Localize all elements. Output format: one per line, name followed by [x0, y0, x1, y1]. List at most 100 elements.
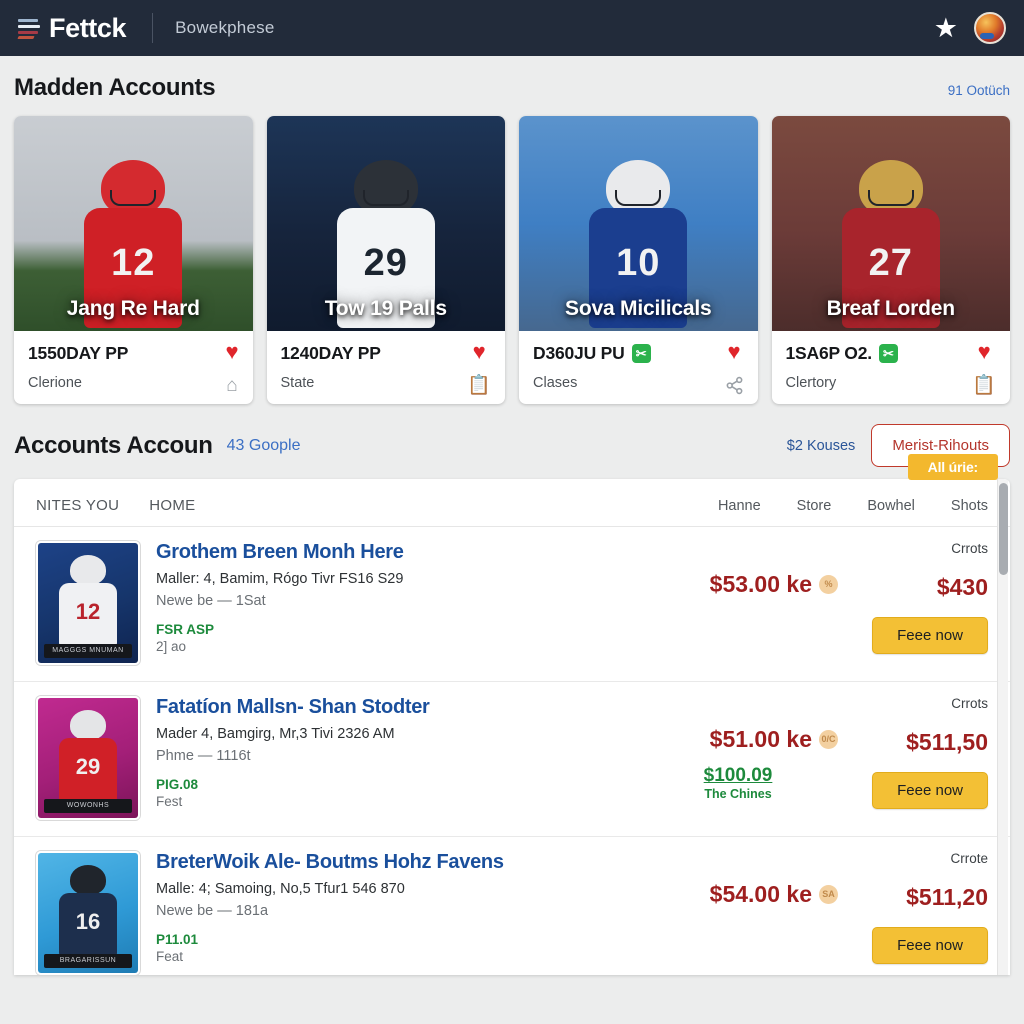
column-hanne[interactable]: Hanne [718, 498, 761, 514]
thumbnail-number: 16 [75, 909, 101, 934]
buy-now-button[interactable]: Feee now [872, 927, 988, 964]
header-section-label[interactable]: Bowekphese [175, 18, 274, 38]
listing-details: BreterWoik Ale- Boutms Hohz Favens Malle… [140, 851, 638, 975]
coin-icon: 0/C [819, 730, 838, 749]
thumbnail-player-figure: 12 [54, 555, 122, 647]
table-row[interactable]: 29 WOWONHS Fatatíon Mallsn- Shan Stodter… [14, 682, 1010, 837]
card-secondary-text: Clases [533, 375, 578, 391]
featured-card[interactable]: 27 Breaf Lorden 1SA6P O2. Clertory ♥ 📋 [771, 116, 1010, 404]
card-secondary-text: Clerione [28, 375, 82, 391]
column-nites-you[interactable]: NITES YOU [36, 497, 119, 514]
buy-now-button[interactable]: Feee now [872, 772, 988, 809]
scrollbar-thumb[interactable] [999, 483, 1008, 575]
clipboard-icon[interactable]: 📋 [467, 376, 491, 395]
listing-thumbnail[interactable]: 12 MAGGGS MNUMAN [36, 541, 140, 665]
coin-icon: % [819, 575, 838, 594]
listing-shipping: FSR ASP [156, 622, 215, 637]
column-home[interactable]: HOME [149, 497, 195, 514]
listing-action-block: Crrots $430 Feee now [838, 541, 988, 665]
home-icon[interactable]: ⌂ [225, 376, 238, 395]
listing-title-link[interactable]: BreterWoik Ale- Boutms Hohz Favens [156, 851, 638, 874]
card-photo: 12 Jang Re Hard [14, 116, 253, 331]
card-photo: 10 Sova Micilicals [519, 116, 758, 331]
table-row[interactable]: 12 MAGGGS MNUMAN Grothem Breen Monh Here… [14, 527, 1010, 682]
listing-title: Accounts Accoun [14, 431, 213, 459]
logo-icon [17, 16, 40, 40]
listing-shipping-note: Feat [156, 949, 184, 964]
listing-column-headers: NITES YOU HOME Hanne Store Bowhel Shots [14, 479, 1010, 527]
brand-logo[interactable]: Fettck [17, 12, 127, 43]
listing-columns-right: Hanne Store Bowhel Shots [718, 498, 988, 514]
card-icon-group: ♥ 📋 [467, 341, 491, 396]
avatar[interactable] [974, 12, 1006, 44]
card-icon-group: ♥ 📋 [972, 341, 996, 396]
featured-card[interactable]: 10 Sova Micilicals D360JU PU Clases ♥ [519, 116, 758, 404]
star-icon[interactable]: ★ [934, 14, 958, 42]
column-shots[interactable]: Shots [951, 498, 988, 514]
coin-icon: SA [819, 885, 838, 904]
listing-shipping: PIG.08 [156, 777, 199, 792]
listing-action-block: Crrots $511,50 Feee now [838, 696, 988, 820]
listing-action-block: Crrote $511,20 Feee now [838, 851, 988, 975]
listing-alt-price: $430 [936, 574, 988, 600]
listing-title-link[interactable]: Fatatíon Mallsn- Shan Stodter [156, 696, 638, 719]
listing-price-block: $54.00 ke SA [638, 851, 838, 975]
card-title: Breaf Lorden [826, 297, 955, 320]
card-primary-line: D360JU PU [533, 343, 744, 364]
listing-thumbnail[interactable]: 16 BRAGARISSUN [36, 851, 140, 975]
featured-card[interactable]: 29 Tow 19 Palls 1240DAY PP State ♥ 📋 [266, 116, 505, 404]
card-jersey-number: 29 [363, 242, 408, 284]
thumbnail-player-figure: 29 [54, 710, 122, 802]
listing-shipping-note: Fest [156, 794, 183, 809]
card-primary-text: D360JU PU [533, 343, 625, 363]
listing-alt-price: $511,20 [906, 884, 988, 910]
listing-price-block: $53.00 ke % [638, 541, 838, 665]
all-urie-badge[interactable]: All úrie: [907, 454, 998, 480]
listing-thumbnail[interactable]: 29 WOWONHS [36, 696, 140, 820]
card-secondary-text: State [280, 375, 315, 391]
card-photo: 29 Tow 19 Palls [266, 116, 505, 331]
heart-icon[interactable]: ♥ [467, 341, 491, 363]
featured-see-all-link[interactable]: 91 Ootüch [948, 83, 1010, 98]
listing-shipping-note: 2] ao [156, 639, 187, 654]
brand-name: Fettck [49, 12, 127, 43]
heart-icon[interactable]: ♥ [725, 341, 744, 363]
share-icon[interactable] [725, 376, 744, 399]
header-divider [152, 13, 154, 43]
thumbnail-caption: BRAGARISSUN [44, 954, 132, 968]
thumbnail-player-figure: 16 [54, 865, 122, 957]
listing-shipping: P11.01 [156, 932, 199, 947]
listing-title-link[interactable]: 43 Goople [227, 437, 301, 455]
listing-columns-left: NITES YOU HOME [36, 497, 195, 514]
card-title: Jang Re Hard [66, 297, 200, 320]
listing-panel: NITES YOU HOME Hanne Store Bowhel Shots … [14, 479, 1010, 975]
featured-section-header: Madden Accounts 91 Ootüch [14, 56, 1010, 116]
thumbnail-number: 12 [75, 599, 101, 624]
listing-discount-note: The Chines [704, 787, 772, 801]
card-body: 1550DAY PP Clerione ♥ ⌂ [14, 331, 253, 404]
card-title: Sova Micilicals [565, 297, 712, 320]
thumbnail-caption: MAGGGS MNUMAN [44, 644, 132, 658]
top-navigation-bar: Fettck Bowekphese ★ [0, 0, 1024, 56]
heart-icon[interactable]: ♥ [972, 341, 996, 363]
listing-condition: Phme — 1116t [156, 748, 251, 764]
clipboard-icon[interactable]: 📋 [972, 376, 996, 395]
vertical-scrollbar[interactable] [997, 479, 1008, 975]
listing-alt-price: $511,50 [906, 729, 988, 755]
column-store[interactable]: Store [797, 498, 832, 514]
listing-title-link[interactable]: Grothem Breen Monh Here [156, 541, 638, 564]
table-row[interactable]: 16 BRAGARISSUN BreterWoik Ale- Boutms Ho… [14, 837, 1010, 975]
heart-icon[interactable]: ♥ [225, 341, 238, 363]
verified-badge-icon [631, 344, 651, 363]
thumbnail-caption: WOWONHS [44, 799, 132, 813]
column-bowhel[interactable]: Bowhel [867, 498, 915, 514]
kouses-link[interactable]: $2 Kouses [787, 438, 856, 454]
featured-card[interactable]: 12 Jang Re Hard 1550DAY PP Clerione ♥ ⌂ [14, 116, 253, 404]
page-content: Madden Accounts 91 Ootüch 12 Jang Re Har… [0, 56, 1024, 975]
listing-crrots-label: Crrots [951, 541, 988, 556]
listing-crrots-label: Crrote [950, 851, 988, 866]
page-title: Madden Accounts [14, 74, 216, 101]
card-primary-line: 1SA6P O2. [786, 343, 997, 364]
buy-now-button[interactable]: Feee now [872, 617, 988, 654]
listing-price-text: $53.00 ke [709, 571, 812, 597]
